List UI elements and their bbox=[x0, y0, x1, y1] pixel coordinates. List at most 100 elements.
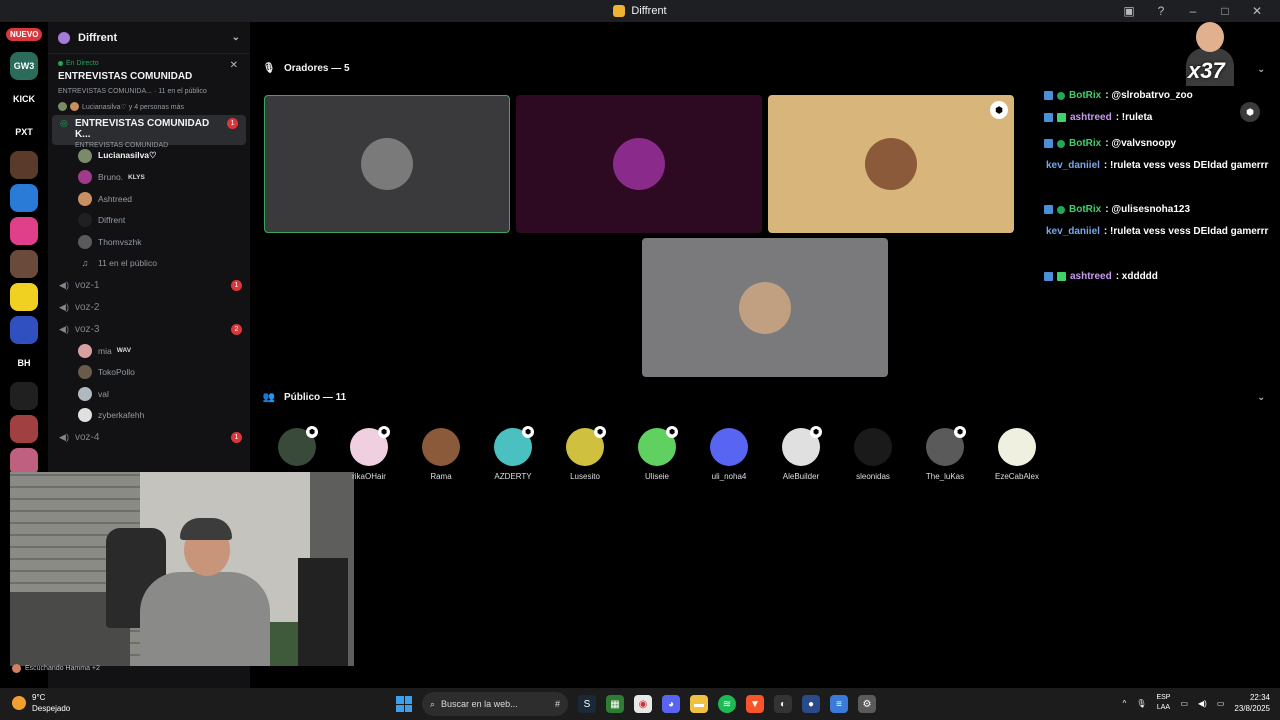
speaker-tile[interactable] bbox=[516, 95, 762, 233]
notification-badge: 1 bbox=[227, 118, 238, 129]
windows-start-icon[interactable] bbox=[396, 696, 412, 712]
chat-username: BotRix bbox=[1069, 90, 1102, 101]
audience-member[interactable]: ⬢ bbox=[265, 426, 329, 472]
minecraft-icon[interactable]: ▦ bbox=[606, 695, 624, 713]
channel-voz-2[interactable]: ◀) voz-2 bbox=[48, 296, 250, 318]
stage-member[interactable]: Diffrent bbox=[48, 210, 250, 232]
maximize-icon[interactable]: □ bbox=[1218, 4, 1232, 18]
server-icon[interactable] bbox=[10, 184, 38, 212]
audience-member[interactable]: ⬢ AleBuilder bbox=[769, 426, 833, 481]
moderator-icon: ⬢ bbox=[954, 426, 966, 438]
stage-member[interactable]: Thomvszhk bbox=[48, 231, 250, 253]
member-name: Diffrent bbox=[98, 215, 126, 226]
server-icon[interactable] bbox=[10, 283, 38, 311]
app-icon[interactable]: ● bbox=[802, 695, 820, 713]
nuevo-badge: NUEVO bbox=[6, 28, 43, 41]
chevron-down-icon[interactable]: ⌄ bbox=[1257, 392, 1265, 403]
badge-icon bbox=[1044, 205, 1053, 214]
server-icon[interactable] bbox=[10, 415, 38, 443]
notepad-icon[interactable]: ≡ bbox=[830, 695, 848, 713]
help-icon[interactable]: ? bbox=[1154, 4, 1168, 18]
settings-icon[interactable]: ⚙ bbox=[858, 695, 876, 713]
chat-username: BotRix bbox=[1069, 204, 1102, 215]
volume-icon[interactable]: ◀) bbox=[1198, 699, 1207, 708]
server-icon[interactable]: BH bbox=[10, 349, 38, 377]
microphone-icon[interactable]: 🎙 bbox=[1136, 699, 1146, 708]
chat-message: BotRix: @valvsnoopy bbox=[1044, 138, 1176, 149]
channel-stage-active[interactable]: ◎ ENTREVISTAS COMUNIDAD K... ENTREVISTAS… bbox=[52, 115, 246, 149]
brave-icon[interactable]: ▼ bbox=[746, 695, 764, 713]
audience-member[interactable]: ⬢ Uliseie bbox=[625, 426, 689, 481]
server-icon[interactable]: KICK bbox=[10, 85, 38, 113]
steam-icon[interactable]: S bbox=[578, 695, 596, 713]
member-name: Bruno. bbox=[98, 172, 124, 183]
audience-member[interactable]: uli_noha4 bbox=[697, 428, 761, 481]
chevron-down-icon[interactable]: ⌄ bbox=[1257, 64, 1265, 75]
chat-text: : !ruleta vess vess DEIdad gamerrr bbox=[1103, 160, 1269, 171]
server-icon[interactable]: GW3 bbox=[10, 52, 38, 80]
badge-icon bbox=[1057, 113, 1066, 122]
channel-voz-1[interactable]: ◀) voz-1 1 bbox=[48, 274, 250, 296]
speakers-heading: 🎙 Oradores — 5 bbox=[262, 63, 350, 74]
audience-member[interactable]: ⬢ Lusesito bbox=[553, 426, 617, 481]
weather-widget[interactable]: 9°C Despejado bbox=[12, 692, 70, 714]
close-icon[interactable]: ✕ bbox=[1250, 4, 1264, 18]
speaker-tile[interactable]: ⬢ bbox=[768, 95, 1014, 233]
server-icon[interactable] bbox=[10, 151, 38, 179]
window-title: Diffrent bbox=[631, 5, 667, 17]
audience-member[interactable]: ⬢ The_luKas bbox=[913, 426, 977, 481]
inbox-icon[interactable]: ▣ bbox=[1122, 4, 1136, 18]
network-icon[interactable]: ▭ bbox=[1180, 699, 1188, 708]
audience-member[interactable]: Rama bbox=[409, 428, 473, 481]
server-icon[interactable] bbox=[10, 217, 38, 245]
voice-member[interactable]: TokoPollo bbox=[48, 362, 250, 384]
speaker-icon: ◀) bbox=[59, 301, 69, 312]
hashtag-icon: # bbox=[554, 699, 560, 709]
chevron-up-icon[interactable]: ^ bbox=[1123, 699, 1127, 708]
avatar bbox=[78, 408, 92, 423]
live-stage-card[interactable]: En Directo ENTREVISTAS COMUNIDAD ENTREVI… bbox=[48, 54, 250, 115]
folder-icon[interactable]: ▬ bbox=[690, 695, 708, 713]
chevron-down-icon[interactable]: ⌄ bbox=[232, 32, 240, 43]
battery-icon[interactable]: ▭ bbox=[1217, 699, 1225, 708]
server-icon[interactable] bbox=[10, 316, 38, 344]
voice-member[interactable]: val bbox=[48, 383, 250, 405]
clock[interactable]: 22:34 23/8/2025 bbox=[1234, 692, 1270, 714]
spotify-icon[interactable]: ≋ bbox=[718, 695, 736, 713]
stage-audience-count[interactable]: ♫ 11 en el público bbox=[48, 253, 250, 275]
voice-member[interactable]: mia WAV bbox=[48, 340, 250, 362]
moderator-icon: ⬢ bbox=[306, 426, 318, 438]
obs-icon[interactable]: ◐ bbox=[774, 695, 792, 713]
chrome-icon[interactable]: ◉ bbox=[634, 695, 652, 713]
audience-member[interactable]: ⬢ rikaOHair bbox=[337, 426, 401, 481]
stage-member[interactable]: Bruno. KLYS bbox=[48, 167, 250, 189]
guild-icon bbox=[58, 31, 70, 44]
avatar bbox=[78, 365, 92, 380]
avatar bbox=[998, 428, 1036, 466]
guild-header[interactable]: Diffrent ⌄ bbox=[48, 22, 250, 54]
language-indicator[interactable]: ESP LAA bbox=[1156, 693, 1170, 713]
sun-icon bbox=[12, 696, 26, 710]
audience-member[interactable]: sleonidas bbox=[841, 428, 905, 481]
close-icon[interactable]: ✕ bbox=[230, 60, 238, 71]
member-name: mia bbox=[98, 345, 112, 356]
speaker-tile[interactable] bbox=[264, 95, 510, 233]
audience-member[interactable]: ⬢ AZDERTY bbox=[481, 426, 545, 481]
search-input[interactable]: ⌕ Buscar en la web... # bbox=[422, 692, 568, 716]
stage-member[interactable]: Ashtreed bbox=[48, 188, 250, 210]
server-icon[interactable]: PXT bbox=[10, 118, 38, 146]
avatar: ⬢ bbox=[494, 426, 534, 466]
audience-name: AleBuilder bbox=[782, 472, 820, 481]
audience-name: Lusesito bbox=[570, 472, 600, 481]
audience-member[interactable]: EzeCabAlex bbox=[985, 428, 1049, 481]
channel-voz-3[interactable]: ◀) voz-3 2 bbox=[48, 318, 250, 340]
server-icon[interactable] bbox=[10, 382, 38, 410]
discord-icon[interactable]: ◕ bbox=[662, 695, 680, 713]
server-icon[interactable] bbox=[10, 250, 38, 278]
minimize-icon[interactable]: – bbox=[1186, 4, 1200, 18]
channel-voz-4[interactable]: ◀) voz-4 1 bbox=[48, 426, 250, 448]
voice-member[interactable]: zyberkafehh bbox=[48, 405, 250, 427]
speaker-tile[interactable] bbox=[642, 238, 888, 377]
avatar bbox=[78, 170, 92, 185]
audience-name: Uliseie bbox=[644, 472, 669, 481]
